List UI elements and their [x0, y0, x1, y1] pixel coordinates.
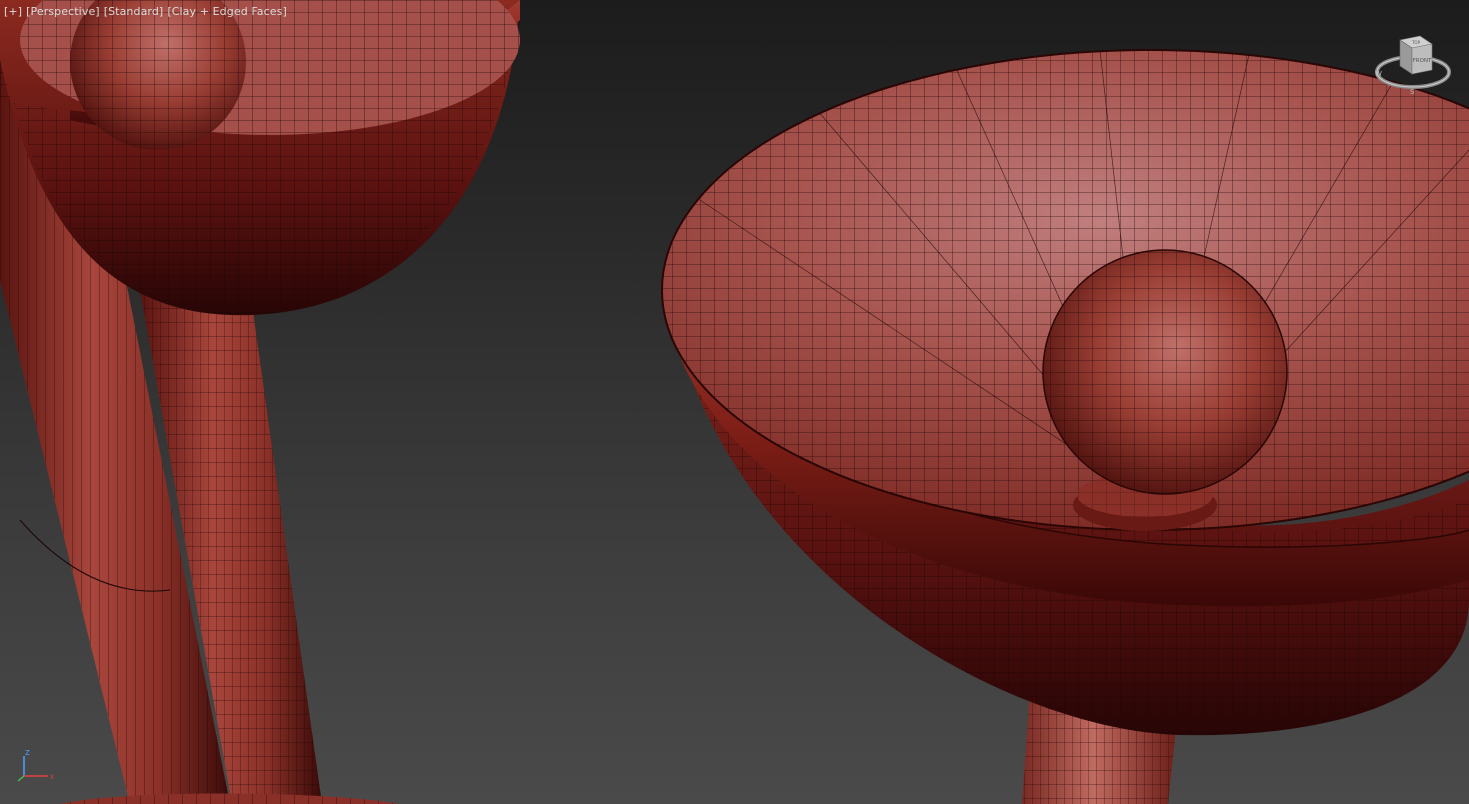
display-style-button[interactable]: [Clay + Edged Faces] [167, 5, 287, 18]
compass-south: S [1410, 88, 1415, 96]
bottom-bowl-edge [60, 793, 400, 804]
axis-tripod-icon: Z X [17, 749, 54, 782]
compass-west: W [1375, 70, 1382, 78]
axis-x-label: X [50, 774, 54, 781]
viewport-menu-button[interactable]: [+] [4, 5, 22, 18]
viewport-label: [+] [Perspective] [Standard] [Clay + Edg… [4, 5, 287, 18]
scene-render [0, 0, 1469, 804]
viewcube-front-face: FRONT [1413, 58, 1432, 64]
view-mode-button[interactable]: [Perspective] [26, 5, 100, 18]
viewcube-top-face: TOP [1411, 40, 1421, 45]
viewcube-icon[interactable]: TOP FRONT W S [1372, 30, 1454, 102]
right-bowl [661, 49, 1469, 736]
perspective-viewport[interactable]: [+] [Perspective] [Standard] [Clay + Edg… [0, 0, 1469, 804]
shading-preset-button[interactable]: [Standard] [104, 5, 164, 18]
axis-z-label: Z [25, 749, 30, 757]
